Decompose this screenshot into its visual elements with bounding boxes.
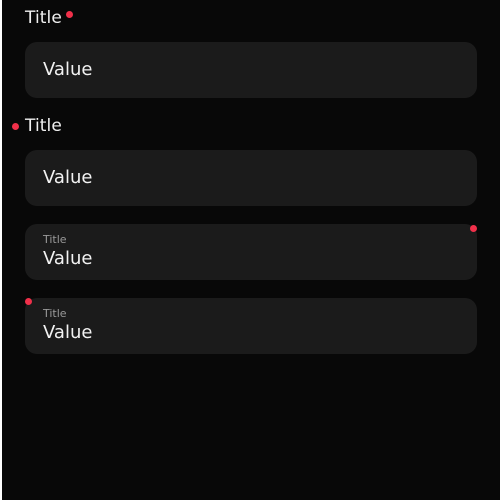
field-3-required-indicator: [470, 225, 477, 232]
field-2-input[interactable]: Value: [25, 150, 477, 206]
field-3-title: Title: [43, 233, 67, 246]
form-canvas: Title Value Title Value Title Value Titl…: [2, 0, 500, 500]
field-4-value: Value: [43, 322, 93, 343]
field-4-title: Title: [43, 307, 67, 320]
field-1-input[interactable]: Value: [25, 42, 477, 98]
field-2-value: Value: [43, 167, 93, 188]
field-1-title: Title: [25, 8, 62, 28]
field-2-title: Title: [25, 116, 62, 136]
field-4-required-indicator: [25, 298, 32, 305]
field-1-required-indicator: [66, 11, 73, 18]
field-1-value: Value: [43, 59, 93, 80]
field-2-required-indicator: [12, 123, 19, 130]
field-3-input[interactable]: Title Value: [25, 224, 477, 280]
field-4-input[interactable]: Title Value: [25, 298, 477, 354]
field-3-value: Value: [43, 248, 93, 269]
